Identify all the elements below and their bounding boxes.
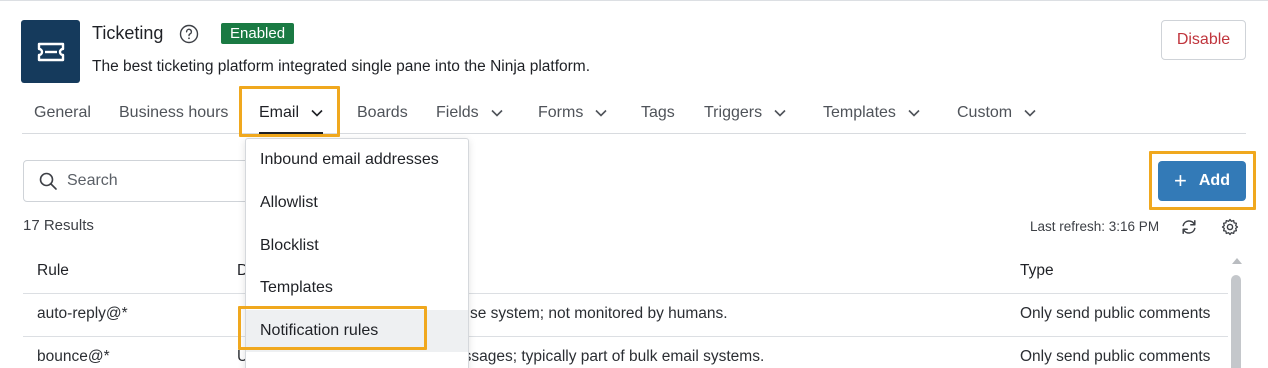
chevron-down-icon [491, 109, 503, 117]
status-badge: Enabled [221, 23, 295, 44]
results-count: 17 Results [23, 217, 94, 234]
tab-custom[interactable]: Custom [957, 93, 1036, 133]
page-subtitle: The best ticketing platform integrated s… [92, 58, 590, 75]
chevron-down-icon [311, 109, 323, 117]
column-header-rule[interactable]: Rule [37, 262, 69, 280]
tab-label: Triggers [704, 104, 763, 121]
active-tab-indicator [259, 132, 324, 134]
tab-templates[interactable]: Templates [823, 93, 920, 133]
tab-label: Forms [538, 104, 584, 121]
tab-label: Tags [641, 104, 675, 121]
plus-icon: + [1174, 168, 1187, 193]
tab-forms[interactable]: Forms [538, 93, 607, 133]
cell-description: se system; not monitored by humans. [470, 305, 728, 322]
tab-label: Templates [823, 104, 896, 121]
scrollbar-thumb[interactable] [1231, 275, 1241, 368]
email-dropdown-menu: Inbound email addresses Allowlist Blockl… [245, 138, 469, 368]
menu-item-inbound-email-addresses[interactable]: Inbound email addresses [246, 139, 468, 181]
chevron-down-icon [908, 109, 920, 117]
tab-bar: General Business hours Email Boards Fiel… [22, 93, 1246, 134]
chevron-down-icon [595, 109, 607, 117]
tab-general[interactable]: General [34, 93, 91, 133]
add-button-label: Add [1198, 172, 1230, 189]
refresh-icon[interactable] [1180, 218, 1198, 236]
search-icon [39, 172, 57, 190]
menu-item-allowlist[interactable]: Allowlist [246, 182, 468, 224]
cell-rule: bounce@* [37, 348, 110, 365]
tab-label: General [34, 104, 91, 121]
menu-item-notification-rules[interactable]: Notification rules [246, 310, 468, 352]
help-circle-icon[interactable] [179, 24, 199, 44]
search-input[interactable] [67, 172, 257, 190]
tab-fields[interactable]: Fields [436, 93, 503, 133]
gear-icon[interactable] [1221, 218, 1239, 236]
disable-button[interactable]: Disable [1161, 20, 1246, 60]
add-button[interactable]: + Add [1158, 161, 1246, 201]
search-field[interactable] [23, 160, 263, 202]
column-header-type[interactable]: Type [1020, 262, 1054, 280]
tab-label: Fields [436, 104, 479, 121]
tab-boards[interactable]: Boards [357, 93, 408, 133]
tab-triggers[interactable]: Triggers [704, 93, 786, 133]
last-refresh-text: Last refresh: 3:16 PM [1030, 219, 1160, 234]
row-divider [23, 336, 1228, 337]
tab-label: Business hours [119, 104, 229, 121]
menu-item-blocklist[interactable]: Blocklist [246, 225, 468, 267]
tab-email[interactable]: Email [259, 93, 324, 134]
row-divider [23, 293, 1228, 294]
menu-item-templates[interactable]: Templates [246, 267, 468, 309]
cell-type: Only send public comments [1020, 305, 1211, 322]
scroll-up-arrow[interactable] [1232, 258, 1242, 264]
tab-business-hours[interactable]: Business hours [119, 93, 228, 133]
cell-rule: auto-reply@* [37, 305, 128, 322]
tab-label: Custom [957, 104, 1013, 121]
chevron-down-icon [1024, 109, 1036, 117]
tab-label: Email [259, 104, 300, 121]
ticket-icon [21, 20, 80, 83]
page-title: Ticketing [92, 23, 164, 43]
top-divider [0, 0, 1268, 1]
cell-type: Only send public comments [1020, 348, 1211, 365]
tab-tags[interactable]: Tags [641, 93, 675, 133]
tab-label: Boards [357, 104, 408, 121]
chevron-down-icon [774, 109, 786, 117]
